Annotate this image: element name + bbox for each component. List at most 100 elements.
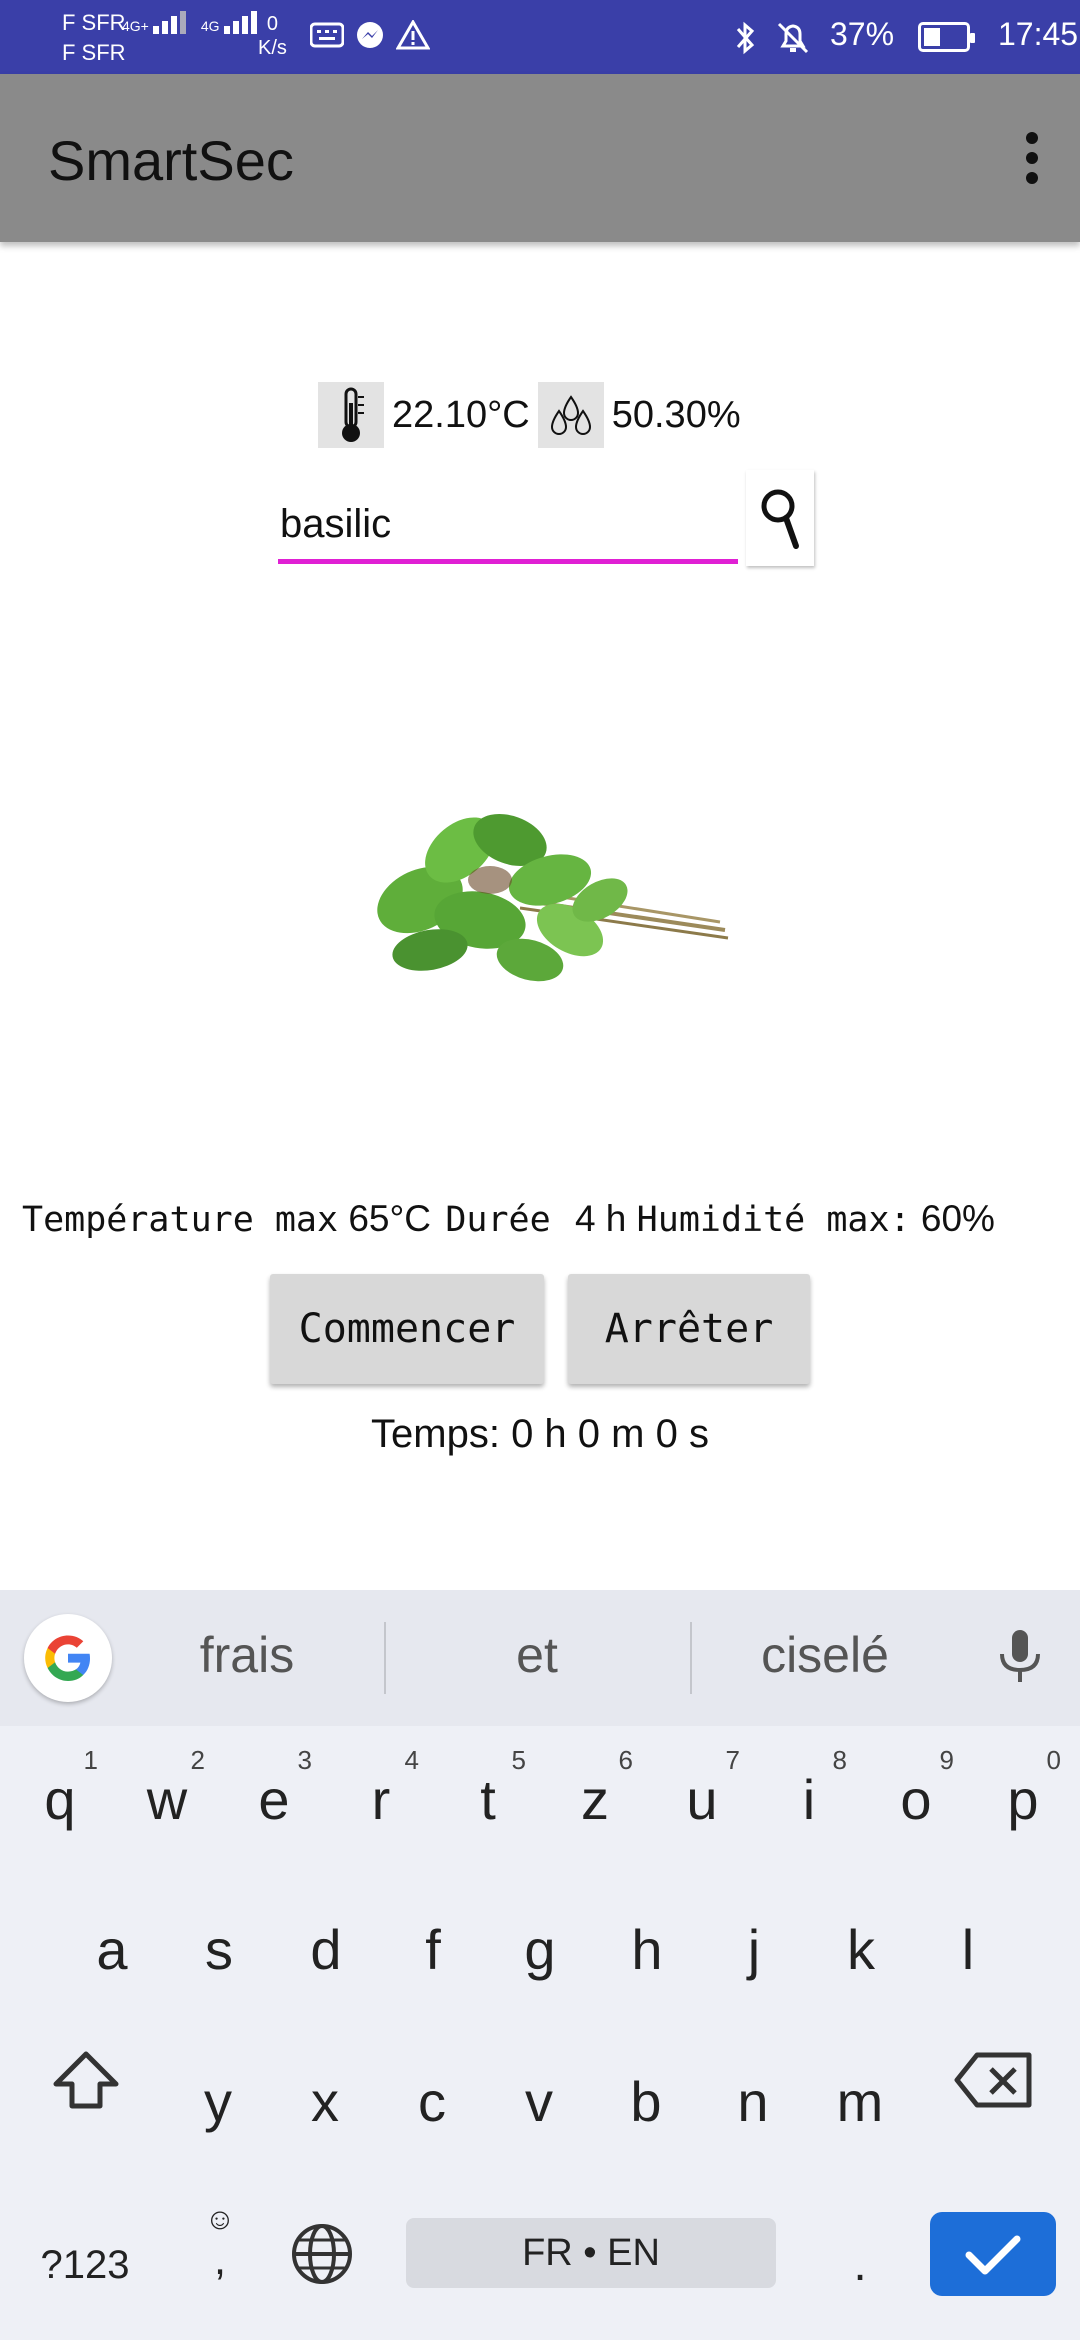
- duration-value: 4 h: [574, 1198, 627, 1239]
- bell-off-icon: [777, 22, 809, 54]
- key-a[interactable]: a: [60, 1890, 164, 2010]
- key-label: z: [581, 1768, 609, 1831]
- search-icon: [761, 489, 799, 549]
- google-icon[interactable]: [24, 1614, 112, 1702]
- space-key[interactable]: FR • EN: [406, 2218, 776, 2288]
- key-i[interactable]: 8i: [757, 1740, 861, 1860]
- search-input[interactable]: [278, 490, 738, 564]
- key-r[interactable]: 4r: [329, 1740, 433, 1860]
- key-n[interactable]: n: [701, 2042, 805, 2162]
- speed-unit: K/s: [258, 37, 287, 59]
- carrier-2: F SFR: [62, 40, 126, 65]
- key-label: r: [371, 1768, 391, 1831]
- app-title: SmartSec: [48, 129, 294, 192]
- app-bar: SmartSec: [0, 74, 1080, 242]
- microphone-icon[interactable]: [990, 1626, 1050, 1690]
- suggestion-divider: [384, 1622, 386, 1694]
- comma-key[interactable]: ☺ ,: [180, 2200, 260, 2320]
- search-button[interactable]: [746, 470, 814, 566]
- sensor-readings: 22.10°C 50.30%: [318, 380, 749, 450]
- key-h[interactable]: h: [595, 1890, 699, 2010]
- suggestion-bar: frais et ciselé: [0, 1590, 1080, 1726]
- speed-value: 0: [266, 13, 279, 35]
- key-hint: 9: [939, 1745, 954, 1775]
- shift-key[interactable]: [26, 2020, 146, 2140]
- network-signal: 4G+ 4G: [122, 8, 268, 34]
- status-right: 37% 17:45: [730, 0, 1080, 74]
- key-x[interactable]: x: [273, 2042, 377, 2162]
- thermometer-icon: [318, 382, 384, 448]
- key-o[interactable]: 9o: [864, 1740, 968, 1860]
- enter-key[interactable]: [930, 2212, 1056, 2296]
- key-hint: 7: [725, 1745, 740, 1775]
- key-c[interactable]: c: [380, 2042, 484, 2162]
- key-e[interactable]: 3e: [222, 1740, 326, 1860]
- key-k[interactable]: k: [809, 1890, 913, 2010]
- key-label: i: [802, 1768, 816, 1831]
- warning-icon: [396, 20, 430, 50]
- stop-button[interactable]: Arrêter: [568, 1274, 810, 1384]
- key-hint: 6: [618, 1745, 633, 1775]
- battery-icon: [918, 22, 975, 52]
- symbols-key[interactable]: ?123: [20, 2220, 150, 2310]
- checkmark-icon: [965, 2235, 1021, 2275]
- period-key[interactable]: .: [820, 2220, 900, 2310]
- key-label: t: [480, 1768, 496, 1831]
- elapsed-time: Temps: 0 h 0 m 0 s: [371, 1412, 709, 1456]
- start-button[interactable]: Commencer: [270, 1274, 544, 1384]
- more-vert-icon[interactable]: [1002, 118, 1062, 198]
- key-u[interactable]: 7u: [650, 1740, 754, 1860]
- key-b[interactable]: b: [594, 2042, 698, 2162]
- key-label: q: [44, 1768, 76, 1831]
- globe-icon[interactable]: [288, 2220, 356, 2288]
- humidity-max-value: 60%: [920, 1198, 995, 1239]
- key-hint: 1: [83, 1745, 98, 1775]
- key-p[interactable]: 0p: [971, 1740, 1075, 1860]
- temperature-value: 22.10°C: [392, 393, 530, 436]
- basil-bunch-image: [377, 813, 729, 982]
- suggestion-1[interactable]: frais: [102, 1626, 392, 1684]
- emoji-icon: ☺: [204, 2203, 236, 2236]
- key-label: p: [1007, 1768, 1039, 1831]
- network-type-1: 4G+: [122, 18, 149, 34]
- humidity-max-label: Humidité max:: [636, 1200, 911, 1240]
- temp-max-label: Température max: [22, 1200, 339, 1240]
- key-hint: 8: [832, 1745, 847, 1775]
- drying-parameters: Température max 65°C Durée 4 h Humidité …: [22, 1198, 995, 1240]
- network-speed: 0 K/s: [258, 12, 287, 60]
- suggestion-2[interactable]: et: [392, 1626, 682, 1684]
- network-type-2: 4G: [200, 18, 220, 34]
- key-hint: 2: [190, 1745, 205, 1775]
- key-g[interactable]: g: [488, 1890, 592, 2010]
- key-m[interactable]: m: [808, 2042, 912, 2162]
- soft-keyboard: frais et ciselé 1q2w3e4r5t6z7u8i9o0p asd…: [0, 1590, 1080, 2340]
- key-f[interactable]: f: [381, 1890, 485, 2010]
- key-t[interactable]: 5t: [436, 1740, 540, 1860]
- key-hint: 0: [1046, 1745, 1061, 1775]
- key-y[interactable]: y: [166, 2042, 270, 2162]
- comma-label: ,: [213, 2235, 227, 2284]
- notification-icons: [310, 20, 430, 52]
- status-bar: F SFR F SFR 4G+ 4G 0 K/s 37% 17:45: [0, 0, 1080, 74]
- key-label: o: [900, 1768, 932, 1831]
- key-d[interactable]: d: [274, 1890, 378, 2010]
- key-hint: 5: [511, 1745, 526, 1775]
- key-l[interactable]: l: [916, 1890, 1020, 2010]
- key-hint: 4: [404, 1745, 419, 1775]
- keyboard-notification-icon: [310, 22, 344, 48]
- key-z[interactable]: 6z: [543, 1740, 647, 1860]
- battery-percent: 37%: [830, 16, 895, 52]
- suggestion-3[interactable]: ciselé: [680, 1626, 970, 1684]
- carrier-labels: F SFR F SFR: [62, 8, 126, 68]
- key-j[interactable]: j: [702, 1890, 806, 2010]
- clock: 17:45: [998, 16, 1079, 52]
- backspace-key[interactable]: [934, 2020, 1054, 2140]
- key-v[interactable]: v: [487, 2042, 591, 2162]
- bluetooth-icon: [736, 21, 755, 55]
- key-w[interactable]: 2w: [115, 1740, 219, 1860]
- signal-icon: [152, 11, 186, 34]
- droplets-icon: [537, 382, 604, 448]
- key-s[interactable]: s: [167, 1890, 271, 2010]
- key-q[interactable]: 1q: [8, 1740, 112, 1860]
- duration-label: Durée: [445, 1200, 551, 1240]
